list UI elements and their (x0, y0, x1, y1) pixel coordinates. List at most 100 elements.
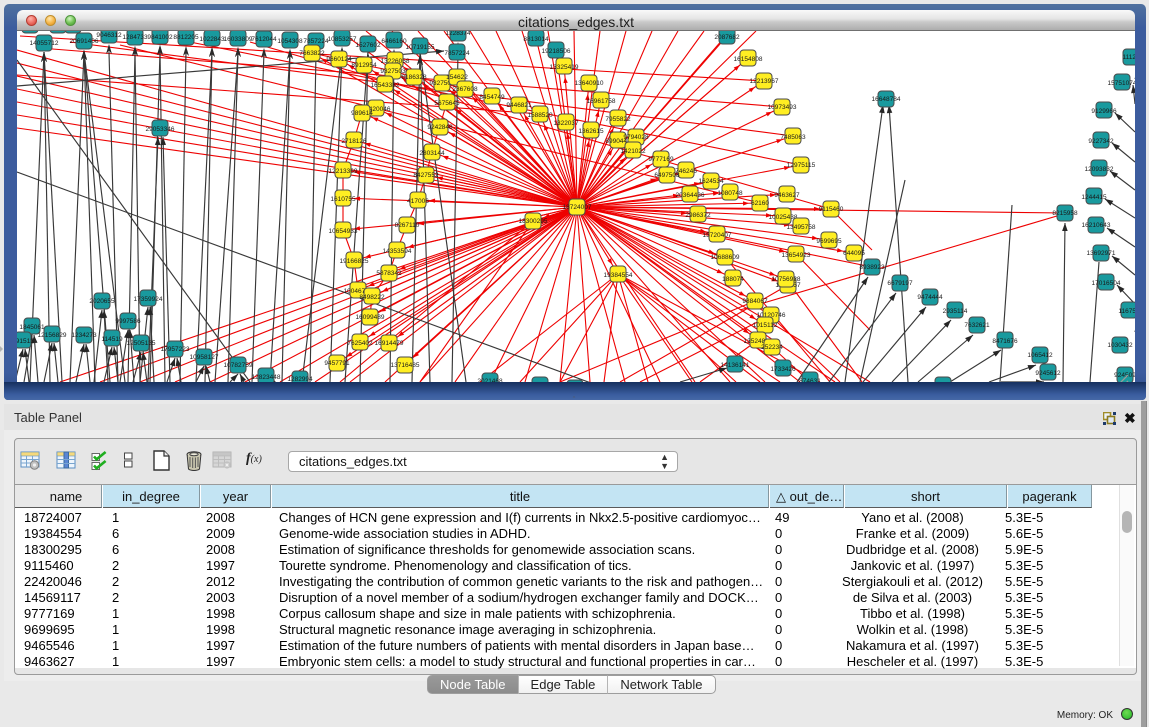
svg-text:9884067: 9884067 (742, 298, 768, 305)
svg-text:2803144: 2803144 (419, 150, 445, 157)
svg-text:6679197: 6679197 (887, 280, 913, 287)
svg-text:19166825: 19166825 (340, 258, 369, 265)
svg-text:9660124: 9660124 (326, 56, 352, 63)
svg-text:8267110: 8267110 (395, 222, 420, 229)
svg-text:1022843: 1022843 (199, 36, 225, 43)
svg-text:2718126: 2718126 (341, 138, 367, 145)
svg-text:391513: 391513 (17, 338, 34, 345)
svg-text:16648784: 16648784 (872, 96, 901, 103)
svg-text:154622: 154622 (446, 74, 468, 81)
svg-text:9046312: 9046312 (96, 32, 122, 39)
svg-text:8912954: 8912954 (351, 62, 377, 69)
svg-text:16210643: 16210643 (1082, 222, 1111, 229)
svg-text:7857224: 7857224 (444, 50, 470, 57)
svg-text:1421022: 1421022 (620, 148, 646, 155)
svg-text:116753: 116753 (1118, 308, 1135, 315)
svg-text:5675645: 5675645 (434, 100, 460, 107)
svg-text:17957223: 17957223 (161, 346, 190, 353)
svg-text:14136141: 14136141 (721, 362, 750, 369)
svg-text:1362615: 1362615 (578, 128, 604, 135)
svg-text:20364436: 20364436 (676, 192, 705, 199)
svg-text:114519: 114519 (101, 336, 123, 343)
svg-text:7857224: 7857224 (303, 38, 329, 45)
svg-text:8813014: 8813014 (523, 36, 549, 43)
svg-text:13654923: 13654923 (782, 252, 811, 259)
svg-text:8812205: 8812205 (173, 34, 199, 41)
svg-text:1588520: 1588520 (527, 112, 553, 119)
svg-text:9777169: 9777169 (648, 156, 674, 163)
svg-text:2367608: 2367608 (452, 86, 478, 93)
svg-text:20691406: 20691406 (70, 38, 99, 45)
svg-text:16033809: 16033809 (224, 36, 253, 43)
svg-text:10853257: 10853257 (328, 36, 357, 43)
svg-text:15720407: 15720407 (703, 232, 732, 239)
svg-text:2986372: 2986372 (685, 212, 711, 219)
svg-text:8498222: 8498222 (359, 294, 385, 301)
svg-text:9474444: 9474444 (917, 294, 943, 301)
svg-text:12823448: 12823448 (252, 374, 281, 381)
svg-text:10973493: 10973493 (768, 104, 797, 111)
svg-text:9129966: 9129966 (1091, 108, 1117, 115)
svg-text:7663822: 7663822 (299, 50, 325, 57)
svg-text:1030432: 1030432 (1107, 342, 1133, 349)
svg-text:2935114: 2935114 (943, 308, 968, 315)
svg-text:17359924: 17359924 (134, 296, 163, 303)
svg-text:15751074: 15751074 (1108, 80, 1135, 87)
svg-text:9997586: 9997586 (115, 318, 141, 325)
svg-text:8938923: 8938923 (859, 264, 885, 271)
svg-text:1244415: 1244415 (1081, 194, 1107, 201)
svg-text:644095: 644095 (843, 250, 865, 257)
svg-text:13640910: 13640910 (575, 80, 604, 87)
svg-text:29053346: 29053346 (146, 126, 175, 133)
svg-text:9463627: 9463627 (774, 192, 800, 199)
svg-text:9227342: 9227342 (1088, 138, 1114, 145)
svg-text:2020655: 2020655 (89, 298, 115, 305)
svg-text:7955822: 7955822 (605, 116, 631, 123)
svg-text:7485063: 7485063 (780, 134, 806, 141)
svg-text:1733426: 1733426 (770, 366, 796, 373)
svg-text:19218506: 19218506 (542, 48, 571, 55)
svg-text:8215958: 8215958 (1052, 210, 1078, 217)
svg-text:1080748: 1080748 (717, 190, 743, 197)
svg-text:10958127: 10958127 (190, 354, 219, 361)
svg-text:9699695: 9699695 (816, 238, 842, 245)
svg-text:12156829: 12156829 (38, 332, 67, 339)
svg-text:16914479: 16914479 (375, 340, 404, 347)
svg-text:7625402: 7625402 (347, 340, 373, 347)
svg-text:1624534: 1624534 (698, 178, 724, 185)
svg-text:62160: 62160 (751, 200, 769, 207)
svg-text:8454749: 8454749 (479, 94, 505, 101)
svg-text:1845061: 1845061 (19, 324, 45, 331)
svg-text:252234: 252234 (761, 344, 783, 351)
svg-text:13716485: 13716485 (391, 362, 420, 369)
svg-text:16154808: 16154808 (734, 56, 763, 63)
svg-text:11123: 11123 (1122, 54, 1135, 61)
svg-text:10688609: 10688609 (711, 254, 740, 261)
svg-text:1282994: 1282994 (287, 376, 313, 382)
svg-text:12213369: 12213369 (329, 168, 358, 175)
svg-text:1284733: 1284733 (122, 34, 148, 41)
svg-text:14055712: 14055712 (30, 40, 59, 47)
svg-text:10654933: 10654933 (329, 228, 358, 235)
svg-text:989614: 989614 (351, 110, 373, 117)
svg-text:1065412: 1065412 (1027, 352, 1053, 359)
svg-text:16543382: 16543382 (371, 82, 400, 89)
svg-text:14353594: 14353594 (383, 248, 412, 255)
svg-text:18300295: 18300295 (519, 218, 548, 225)
svg-text:13325419: 13325419 (550, 64, 579, 71)
svg-text:1322037: 1322037 (553, 120, 579, 127)
svg-text:5878342: 5878342 (376, 270, 402, 277)
svg-text:6497508: 6497508 (654, 172, 680, 179)
svg-text:13495758: 13495758 (787, 224, 816, 231)
svg-text:12975115: 12975115 (787, 162, 816, 169)
svg-text:9794028: 9794028 (623, 134, 649, 141)
svg-text:2021468: 2021468 (477, 378, 503, 382)
svg-text:8186328: 8186328 (401, 74, 427, 81)
svg-text:17016504: 17016504 (1092, 280, 1121, 287)
svg-text:16099489: 16099489 (356, 314, 385, 321)
svg-text:9841002: 9841002 (147, 34, 173, 41)
svg-text:9115460: 9115460 (819, 206, 844, 213)
svg-text:1228374: 1228374 (445, 31, 471, 37)
svg-text:7632621: 7632621 (964, 322, 990, 329)
svg-text:1234273: 1234273 (71, 332, 97, 339)
